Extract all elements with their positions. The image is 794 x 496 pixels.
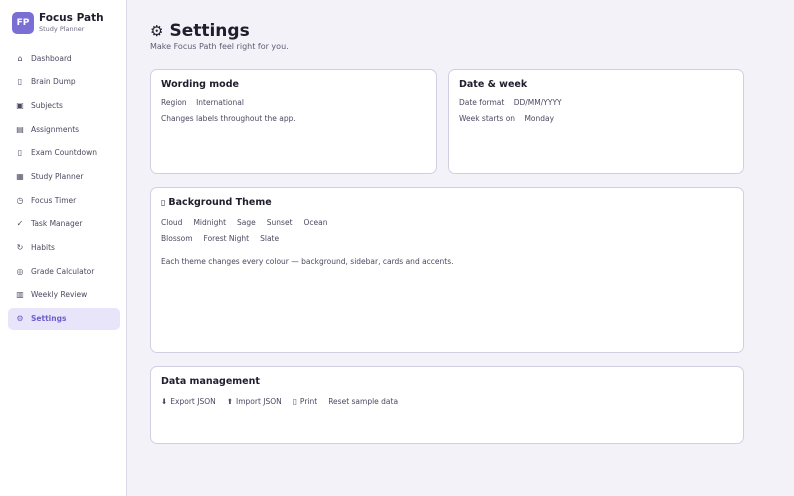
- sidebar-item-task-manager[interactable]: ✓ Task Manager: [8, 213, 120, 235]
- wording-note: Changes labels throughout the app.: [161, 114, 296, 123]
- theme-option-midnight[interactable]: Midnight: [193, 218, 226, 227]
- sidebar-item-subjects[interactable]: ▣ Subjects: [8, 94, 120, 116]
- sidebar-item-label: Exam Countdown: [31, 148, 97, 158]
- upload-icon: ⬆: [226, 397, 234, 406]
- logo: FP: [12, 12, 34, 34]
- sidebar-item-settings[interactable]: ⚙ Settings: [8, 307, 120, 330]
- sidebar-item-habits[interactable]: ↻ Habits: [8, 237, 120, 259]
- date-week-card: Date & week Date format DD/MM/YYYY Week …: [448, 69, 744, 174]
- print-button[interactable]: ▯ Print: [293, 397, 317, 406]
- theme-option-forest-night[interactable]: Forest Night: [204, 234, 250, 243]
- review-icon: ▥: [16, 290, 24, 300]
- region-setting[interactable]: Region International: [161, 98, 426, 107]
- wording-mode-title: Wording mode: [161, 79, 239, 90]
- import-json-button[interactable]: ⬆ Import JSON: [227, 397, 282, 406]
- palette-icon: ▯: [161, 198, 166, 207]
- countdown-icon: ▯: [17, 148, 23, 158]
- theme-options-row: Blossom Forest Night Slate: [161, 234, 733, 243]
- theme-note: Each theme changes every colour — backgr…: [161, 257, 454, 266]
- gear-icon: ⚙: [150, 22, 164, 40]
- brain-icon: ▯: [17, 77, 23, 87]
- theme-option-cloud[interactable]: Cloud: [161, 218, 182, 227]
- gear-icon: ⚙: [16, 314, 24, 324]
- sidebar-item-label: Settings: [31, 314, 67, 324]
- date-week-title: Date & week: [459, 79, 528, 90]
- week-start-value[interactable]: Monday: [524, 114, 554, 123]
- download-icon: ⬇: [161, 397, 168, 406]
- home-icon: ⌂: [17, 53, 23, 63]
- sidebar: FP Focus Path Study Planner ⌂ Dashboard ▯ B…: [0, 0, 127, 496]
- sidebar-item-label: Assignments: [31, 124, 80, 134]
- sidebar-item-focus-timer[interactable]: ◷ Focus Timer: [8, 189, 120, 211]
- page-subtitle: Make Focus Path feel right for you.: [150, 42, 289, 51]
- week-start-label: Week starts on: [459, 114, 516, 123]
- check-icon: ✓: [16, 219, 24, 229]
- theme-option-ocean[interactable]: Ocean: [304, 218, 328, 227]
- sidebar-item-label: Brain Dump: [31, 77, 76, 87]
- date-format-value[interactable]: DD/MM/YYYY: [514, 98, 562, 107]
- sidebar-item-brain-dump[interactable]: ▯ Brain Dump: [8, 71, 120, 93]
- export-json-button[interactable]: ⬇ Export JSON: [161, 397, 216, 406]
- sidebar-item-assignments[interactable]: ▤ Assignments: [8, 118, 120, 140]
- sidebar-item-weekly-review[interactable]: ▥ Weekly Review: [8, 284, 120, 306]
- page-title: ⚙ Settings: [150, 21, 250, 41]
- background-theme-title-text: Background Theme: [168, 197, 272, 208]
- sidebar-item-label: Study Planner: [31, 171, 84, 181]
- date-format-setting[interactable]: Date format DD/MM/YYYY: [459, 98, 733, 107]
- background-theme-title: ▯ Background Theme: [161, 197, 733, 209]
- export-json-label: Export JSON: [170, 397, 216, 406]
- sidebar-item-label: Subjects: [31, 100, 63, 110]
- region-value[interactable]: International: [196, 98, 244, 107]
- theme-option-sage[interactable]: Sage: [237, 218, 256, 227]
- sidebar-item-label: Focus Timer: [31, 195, 77, 205]
- theme-option-sunset[interactable]: Sunset: [267, 218, 293, 227]
- assignment-icon: ▤: [16, 124, 24, 134]
- sidebar-nav: ⌂ Dashboard ▯ Brain Dump ▣ Subjects ▤ Assignmen…: [8, 47, 120, 331]
- sidebar-item-label: Weekly Review: [31, 290, 88, 300]
- sidebar-item-exam-countdown[interactable]: ▯ Exam Countdown: [8, 142, 120, 164]
- app-subtitle: Study Planner: [39, 25, 85, 33]
- theme-options-row: Cloud Midnight Sage Sunset Ocean: [161, 218, 733, 227]
- clock-icon: ◷: [16, 195, 24, 205]
- week-start-setting[interactable]: Week starts on Monday: [459, 114, 733, 123]
- print-label: Print: [299, 397, 318, 406]
- reset-sample-data-label: Reset sample data: [328, 397, 399, 406]
- brand[interactable]: FP Focus Path Study Planner: [12, 12, 104, 34]
- sidebar-item-label: Habits: [31, 243, 55, 252]
- sidebar-item-dashboard[interactable]: ⌂ Dashboard: [8, 47, 120, 69]
- refresh-icon: ↻: [16, 243, 24, 252]
- background-theme-card: ▯ Background Theme Cloud Midnight Sage Suns…: [150, 187, 744, 353]
- region-label: Region: [161, 98, 187, 107]
- theme-option-slate[interactable]: Slate: [260, 234, 279, 243]
- wording-mode-card: Wording mode Region International Change…: [150, 69, 437, 174]
- sidebar-item-label: Task Manager: [31, 219, 83, 229]
- print-icon: ▯: [292, 397, 297, 406]
- sidebar-item-label: Grade Calculator: [31, 266, 95, 276]
- sidebar-item-study-planner[interactable]: ▦ Study Planner: [8, 165, 120, 187]
- app-name: Focus Path: [39, 12, 104, 24]
- reset-sample-data-button[interactable]: Reset sample data: [328, 397, 398, 406]
- data-management-card: Data management ⬇ Export JSON ⬆ Import J…: [150, 366, 744, 444]
- page-title-text: Settings: [169, 21, 250, 41]
- book-icon: ▣: [16, 100, 24, 110]
- sidebar-item-grade-calculator[interactable]: ◎ Grade Calculator: [8, 260, 120, 282]
- calendar-icon: ▦: [16, 171, 24, 181]
- date-format-label: Date format: [459, 98, 505, 107]
- sidebar-item-label: Dashboard: [31, 53, 72, 63]
- target-icon: ◎: [16, 266, 24, 276]
- theme-option-blossom[interactable]: Blossom: [161, 234, 193, 243]
- data-management-title: Data management: [161, 376, 260, 387]
- import-json-label: Import JSON: [236, 397, 282, 406]
